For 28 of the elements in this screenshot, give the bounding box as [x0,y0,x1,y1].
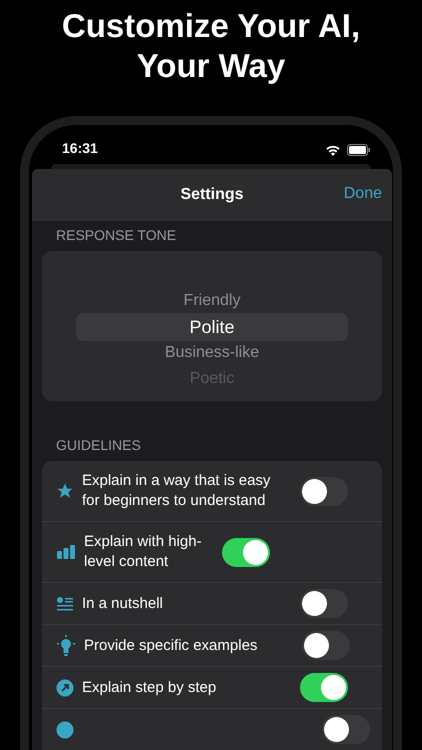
lightbulb-icon [56,634,76,656]
guideline-label: Explain in a way that is easy for beginners to understand [82,471,272,511]
arrow-circle-icon [56,678,74,696]
toggle-switch[interactable] [322,715,370,744]
done-button[interactable]: Done [344,185,382,203]
picker-option[interactable]: Business-like [76,339,348,367]
guideline-label: Explain with high-level content [84,532,203,572]
headline: Your Way [136,46,286,86]
bar-chart-icon [56,544,76,560]
list-icon [56,596,74,612]
picker-option[interactable]: Friendly [76,287,348,315]
section-header: RESPONSE TONE [55,226,178,245]
star-icon [56,482,74,500]
guideline-label: In a nutshell [82,594,164,614]
status-time: 16:31 [62,140,98,156]
toggle-switch[interactable] [302,631,350,660]
headline: Customize Your AI, [62,6,360,46]
toggle-switch[interactable] [300,476,348,506]
section-header: GUIDELINES [55,436,142,455]
guideline-label: Provide specific examples [84,636,258,656]
toggle-switch[interactable] [300,589,348,618]
sheet-title: Settings [180,186,244,204]
battery-icon [347,144,371,156]
toggle-switch[interactable] [300,673,348,702]
wifi-icon [325,144,341,156]
toggle-switch[interactable] [222,538,270,566]
guideline-label: Explain step by step [82,678,218,698]
picker-option[interactable]: Polite [76,313,348,341]
